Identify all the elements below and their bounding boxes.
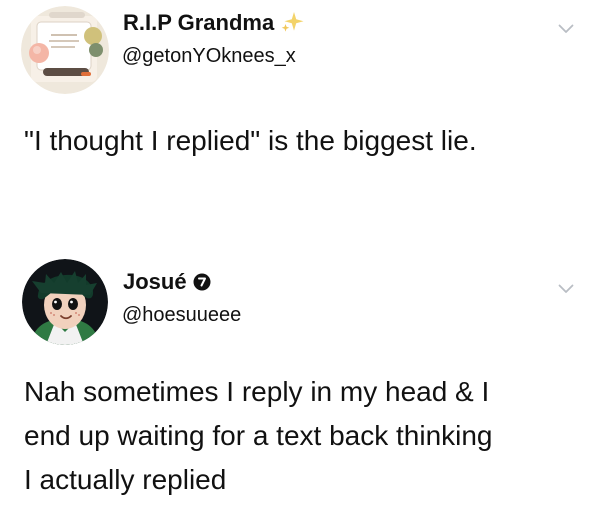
chevron-down-icon[interactable] bbox=[558, 21, 574, 33]
chevron-down-icon[interactable] bbox=[558, 281, 574, 293]
handle[interactable]: @getonYOknees_x bbox=[122, 44, 296, 68]
sparkle-icon bbox=[280, 11, 306, 35]
tweet-text-line: I actually replied bbox=[24, 464, 227, 495]
avatar-image bbox=[22, 259, 108, 345]
tweet-rip-grandma[interactable]: R.I.P Grandma @getonYOknees_x "I thought… bbox=[0, 0, 595, 240]
avatar[interactable] bbox=[22, 259, 108, 345]
tweet-text-line: end up waiting for a text back thinking bbox=[24, 420, 493, 451]
author-row: Josué bbox=[123, 270, 211, 294]
display-name[interactable]: Josué bbox=[123, 270, 187, 294]
handle[interactable]: @hoesuueee bbox=[122, 303, 241, 327]
tweet-text: Nah sometimes I reply in my head & I end… bbox=[24, 370, 569, 502]
display-name[interactable]: R.I.P Grandma bbox=[123, 11, 274, 35]
tweet-josue[interactable]: Josué @hoesuueee Nah sometimes I reply i… bbox=[0, 250, 595, 525]
verified-icon bbox=[193, 273, 211, 291]
author-row: R.I.P Grandma bbox=[123, 11, 306, 35]
tweet-text-line: Nah sometimes I reply in my head & I bbox=[24, 376, 490, 407]
avatar-image bbox=[21, 6, 109, 94]
tweet-text: "I thought I replied" is the biggest lie… bbox=[24, 125, 477, 156]
avatar[interactable] bbox=[21, 6, 109, 94]
